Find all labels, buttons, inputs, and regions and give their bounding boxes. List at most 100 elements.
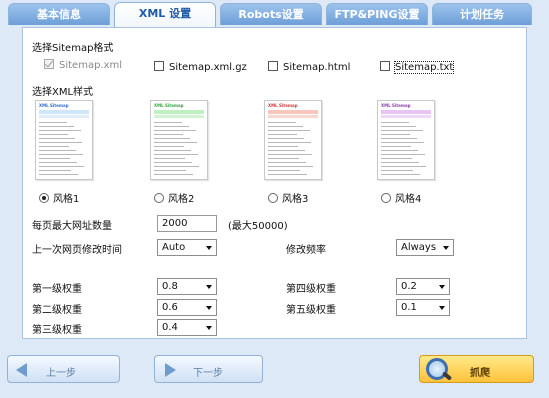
sitemap-txt-label[interactable]: Sitemap.txt xyxy=(393,61,455,74)
thumb-line xyxy=(268,150,305,151)
thumb-band xyxy=(154,110,204,114)
style-2-label: 风格2 xyxy=(168,194,195,205)
priority-level-3-value: 0.4 xyxy=(162,322,178,333)
last-modified-select[interactable]: Auto xyxy=(157,239,217,256)
xml-style-preview-4[interactable]: XML Sitemap xyxy=(377,100,435,180)
thumb-line xyxy=(154,170,186,171)
priority-level-2-value: 0.6 xyxy=(162,302,178,313)
priority-level-4-select[interactable]: 0.2 xyxy=(396,278,450,295)
max-urls-input[interactable]: 2000 xyxy=(157,215,217,232)
thumb-band xyxy=(39,110,89,114)
chevron-down-icon xyxy=(206,306,212,310)
sitemap-html-checkbox[interactable] xyxy=(268,61,278,71)
thumb-title: XML Sitemap xyxy=(39,103,69,108)
thumb-line xyxy=(154,122,182,123)
sitemap-xml-gz-checkbox[interactable] xyxy=(154,61,164,71)
last-modified-value: Auto xyxy=(162,242,186,253)
thumb-line xyxy=(381,150,418,151)
thumb-line xyxy=(39,174,78,175)
change-freq-select[interactable]: Always xyxy=(396,239,454,256)
thumb-line xyxy=(39,154,83,155)
thumb-line xyxy=(39,162,77,163)
thumb-title: XML Sitemap xyxy=(381,103,411,108)
thumb-title: XML Sitemap xyxy=(154,103,184,108)
thumb-line xyxy=(39,142,82,143)
style-option-3[interactable]: 风格3 xyxy=(268,190,308,205)
style-option-2[interactable]: 风格2 xyxy=(154,190,194,205)
format-option-sitemap-xml: Sitemap.xml xyxy=(44,59,122,71)
style-2-radio[interactable] xyxy=(154,193,164,203)
style-4-radio[interactable] xyxy=(381,193,391,203)
thumb-line xyxy=(381,142,424,143)
thumb-line xyxy=(154,166,199,167)
thumb-line xyxy=(154,174,193,175)
priority-level-1-value: 0.8 xyxy=(162,281,178,292)
xml-settings-panel: 选择Sitemap格式 Sitemap.xml Sitemap.xml.gz S… xyxy=(22,27,527,339)
thumb-line xyxy=(39,130,81,131)
tab-ftp-ping-settings[interactable]: FTP&PING设置 xyxy=(326,3,428,25)
tab-scheduled-tasks[interactable]: 计划任务 xyxy=(432,3,532,25)
xml-style-title: 选择XML样式 xyxy=(32,87,94,98)
next-step-button[interactable]: 下一步 xyxy=(154,355,263,383)
priority-level-3-select[interactable]: 0.4 xyxy=(157,319,217,336)
thumb-line xyxy=(381,154,425,155)
thumb-line xyxy=(39,122,67,123)
thumb-line xyxy=(381,174,420,175)
thumb-line xyxy=(39,134,68,135)
previous-step-button[interactable]: 上一步 xyxy=(7,355,120,383)
thumb-line xyxy=(268,170,300,171)
thumb-line xyxy=(268,166,313,167)
thumb-title: XML Sitemap xyxy=(268,103,298,108)
thumb-line xyxy=(381,134,410,135)
thumb-line xyxy=(381,122,409,123)
thumb-line xyxy=(268,130,310,131)
priority-level-3-label: 第三级权重 xyxy=(32,325,82,336)
priority-level-5-select[interactable]: 0.1 xyxy=(396,299,450,316)
tab-bar: 基本信息 XML 设置 Robots设置 FTP&PING设置 计划任务 xyxy=(0,0,549,28)
style-1-radio[interactable] xyxy=(39,193,49,203)
thumb-line xyxy=(154,158,185,159)
priority-level-1-select[interactable]: 0.8 xyxy=(157,278,217,295)
crawl-label: 抓爬 xyxy=(470,368,490,379)
priority-level-5-value: 0.1 xyxy=(401,302,417,313)
xml-style-preview-3[interactable]: XML Sitemap xyxy=(264,100,322,180)
thumb-line xyxy=(39,150,76,151)
tab-robots-settings[interactable]: Robots设置 xyxy=(220,3,322,25)
tab-basic-info[interactable]: 基本信息 xyxy=(8,3,110,25)
thumb-line xyxy=(381,130,423,131)
change-freq-value: Always xyxy=(401,242,437,253)
style-option-1[interactable]: 风格1 xyxy=(39,190,79,205)
thumb-line xyxy=(268,146,298,147)
thumb-line xyxy=(381,170,413,171)
thumb-line xyxy=(268,174,307,175)
tab-xml-settings[interactable]: XML 设置 xyxy=(114,2,216,28)
priority-level-5-label: 第五级权重 xyxy=(286,305,336,316)
thumb-line xyxy=(154,126,189,127)
thumb-line xyxy=(381,138,417,139)
thumb-line xyxy=(154,134,183,135)
chevron-down-icon xyxy=(439,306,445,310)
xml-style-preview-1[interactable]: XML Sitemap xyxy=(35,100,93,180)
thumb-line xyxy=(154,146,184,147)
sitemap-html-label[interactable]: Sitemap.html xyxy=(283,62,350,73)
thumb-line xyxy=(39,146,69,147)
crawl-button[interactable]: 抓爬 xyxy=(419,355,534,383)
priority-level-1-label: 第一级权重 xyxy=(32,284,82,295)
thumb-line xyxy=(39,158,70,159)
sitemap-txt-checkbox[interactable] xyxy=(380,61,390,71)
priority-level-2-label: 第二级权重 xyxy=(32,305,82,316)
style-1-label: 风格1 xyxy=(53,194,80,205)
thumb-line xyxy=(268,126,303,127)
change-freq-label: 修改频率 xyxy=(286,245,326,256)
sitemap-xml-gz-label[interactable]: Sitemap.xml.gz xyxy=(169,62,247,73)
style-3-radio[interactable] xyxy=(268,193,278,203)
max-urls-hint: (最大50000) xyxy=(228,221,288,232)
sitemap-xml-label: Sitemap.xml xyxy=(59,60,123,71)
priority-level-2-select[interactable]: 0.6 xyxy=(157,299,217,316)
thumb-band xyxy=(381,110,431,114)
style-4-label: 风格4 xyxy=(395,194,422,205)
priority-level-4-value: 0.2 xyxy=(401,281,417,292)
magnifier-handle xyxy=(441,371,453,381)
xml-style-preview-2[interactable]: XML Sitemap xyxy=(150,100,208,180)
style-option-4[interactable]: 风格4 xyxy=(381,190,421,205)
